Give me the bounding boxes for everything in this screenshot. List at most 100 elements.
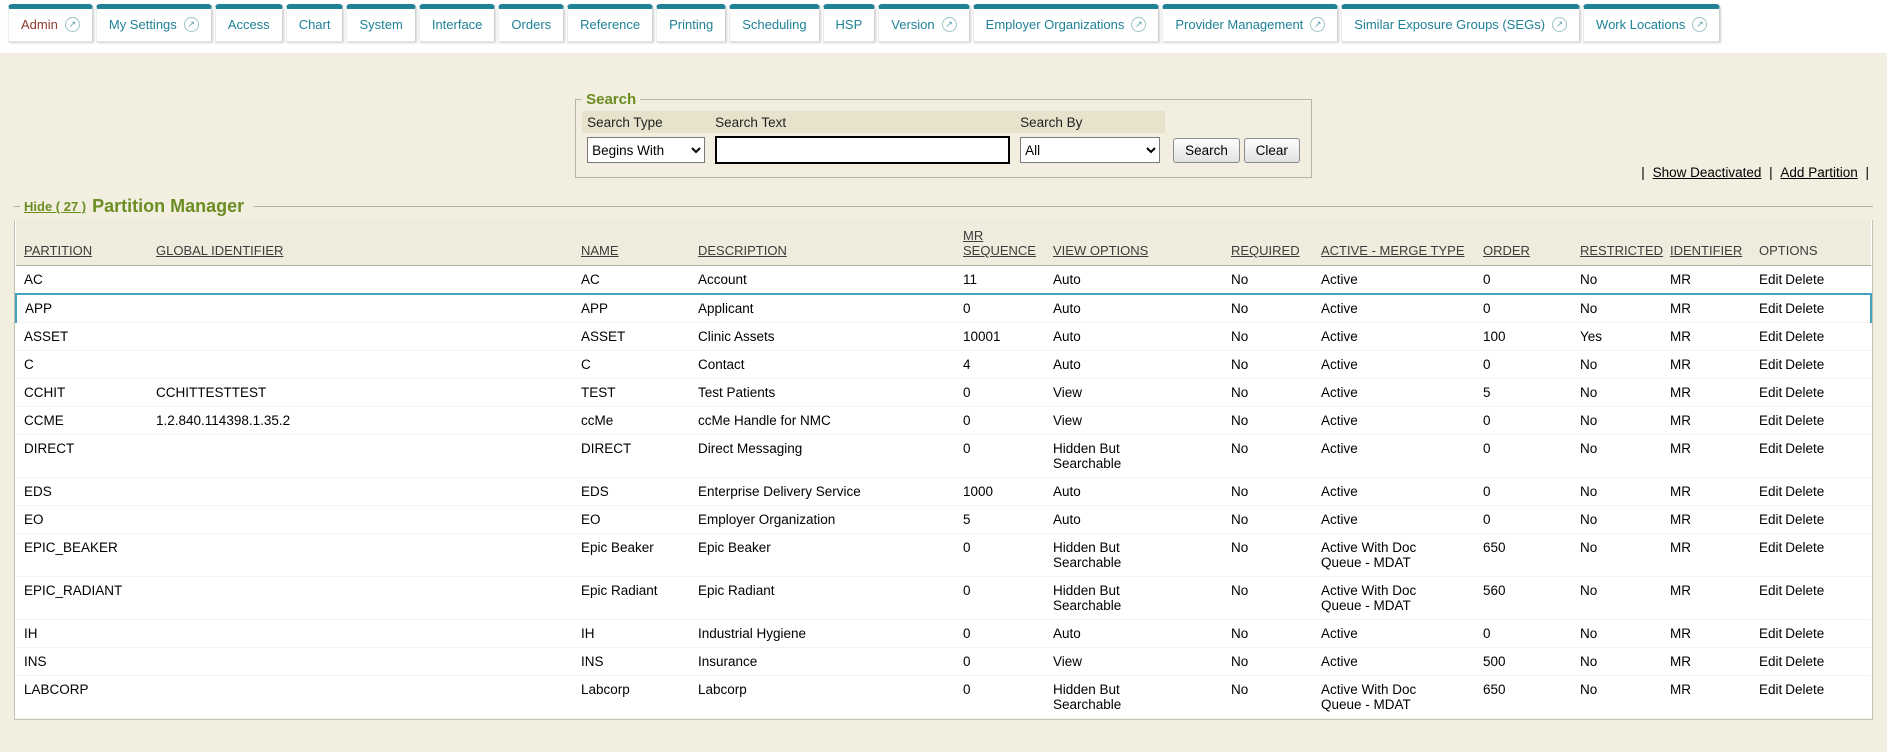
sort-partition[interactable]: PARTITION xyxy=(24,243,92,258)
delete-link[interactable]: Delete xyxy=(1785,329,1824,344)
delete-link[interactable]: Delete xyxy=(1785,272,1824,287)
cell-description: Insurance xyxy=(690,648,955,676)
nav-tab-reference[interactable]: Reference xyxy=(567,4,653,42)
sort-active-merge-type[interactable]: ACTIVE - MERGE TYPE xyxy=(1321,243,1465,258)
edit-link[interactable]: Edit xyxy=(1759,357,1782,372)
col-view-options: VIEW OPTIONS xyxy=(1045,220,1223,266)
sort-view-options[interactable]: VIEW OPTIONS xyxy=(1053,243,1148,258)
nav-tab-printing[interactable]: Printing xyxy=(656,4,726,42)
nav-tab-orders[interactable]: Orders xyxy=(498,4,564,42)
edit-link[interactable]: Edit xyxy=(1759,654,1782,669)
edit-link[interactable]: Edit xyxy=(1759,272,1782,287)
cell-order: 0 xyxy=(1475,294,1572,323)
table-row-asset[interactable]: ASSETASSETClinic Assets10001AutoNoActive… xyxy=(16,323,1871,351)
search-text-label: Search Text xyxy=(710,111,1015,133)
nav-tab-version[interactable]: Version↗ xyxy=(878,4,969,42)
sort-identifier[interactable]: IDENTIFIER xyxy=(1670,243,1742,258)
table-row-eo[interactable]: EOEOEmployer Organization5AutoNoActive0N… xyxy=(16,506,1871,534)
sort-global-identifier[interactable]: GLOBAL IDENTIFIER xyxy=(156,243,283,258)
nav-tab-scheduling[interactable]: Scheduling xyxy=(729,4,819,42)
delete-link[interactable]: Delete xyxy=(1785,413,1824,428)
sort-order[interactable]: ORDER xyxy=(1483,243,1530,258)
cell-view-options: View xyxy=(1045,379,1223,407)
nav-tab-work-locations[interactable]: Work Locations↗ xyxy=(1583,4,1720,42)
nav-tab-interface[interactable]: Interface xyxy=(419,4,496,42)
edit-link[interactable]: Edit xyxy=(1759,413,1782,428)
nav-tab-provider-management[interactable]: Provider Management↗ xyxy=(1162,4,1338,42)
table-row-ins[interactable]: INSINSInsurance0ViewNoActive500NoMREditD… xyxy=(16,648,1871,676)
edit-link[interactable]: Edit xyxy=(1759,301,1782,316)
cell-active-merge-type-text: Active xyxy=(1321,329,1358,344)
table-row-ih[interactable]: IHIHIndustrial Hygiene0AutoNoActive0NoMR… xyxy=(16,620,1871,648)
table-row-direct[interactable]: DIRECTDIRECTDirect Messaging0Hidden But … xyxy=(16,435,1871,478)
table-row-ac[interactable]: ACACAccount11AutoNoActive0NoMREditDelete xyxy=(16,266,1871,295)
add-partition-link[interactable]: Add Partition xyxy=(1780,165,1857,180)
delete-link[interactable]: Delete xyxy=(1785,484,1824,499)
table-row-c[interactable]: CCContact4AutoNoActive0NoMREditDelete xyxy=(16,351,1871,379)
cell-view-options: Auto xyxy=(1045,323,1223,351)
cell-name: Epic Beaker xyxy=(573,534,690,577)
nav-tab-chart[interactable]: Chart xyxy=(286,4,344,42)
edit-link[interactable]: Edit xyxy=(1759,441,1782,456)
popup-icon[interactable]: ↗ xyxy=(1310,17,1325,32)
delete-link[interactable]: Delete xyxy=(1785,512,1824,527)
table-row-labcorp[interactable]: LABCORPLabcorpLabcorp0Hidden But Searcha… xyxy=(16,676,1871,719)
nav-tab-access[interactable]: Access xyxy=(215,4,283,42)
nav-tab-system[interactable]: System xyxy=(346,4,415,42)
table-row-eds[interactable]: EDSEDSEnterprise Delivery Service1000Aut… xyxy=(16,478,1871,506)
table-row-app[interactable]: APPAPPApplicant0AutoNoActive0NoMREditDel… xyxy=(16,294,1871,323)
table-row-cchit[interactable]: CCHITCCHITTESTTESTTESTTest Patients0View… xyxy=(16,379,1871,407)
nav-tab-admin[interactable]: Admin↗ xyxy=(8,4,93,42)
table-row-epic_beaker[interactable]: EPIC_BEAKEREpic BeakerEpic Beaker0Hidden… xyxy=(16,534,1871,577)
edit-link[interactable]: Edit xyxy=(1759,583,1782,598)
search-by-select[interactable]: All xyxy=(1020,137,1160,163)
sort-required[interactable]: REQUIRED xyxy=(1231,243,1300,258)
nav-tab-label: Interface xyxy=(432,17,483,32)
nav-tab-hsp[interactable]: HSP xyxy=(823,4,876,42)
edit-link[interactable]: Edit xyxy=(1759,540,1782,555)
nav-tab-employer-organizations[interactable]: Employer Organizations↗ xyxy=(973,4,1160,42)
clear-button[interactable]: Clear xyxy=(1244,138,1300,163)
cell-partition: CCME xyxy=(16,407,148,435)
search-type-select[interactable]: Begins With xyxy=(587,137,705,163)
table-row-ccme[interactable]: CCME1.2.840.114398.1.35.2ccMeccMe Handle… xyxy=(16,407,1871,435)
edit-link[interactable]: Edit xyxy=(1759,626,1782,641)
show-deactivated-link[interactable]: Show Deactivated xyxy=(1653,165,1762,180)
popup-icon[interactable]: ↗ xyxy=(184,17,199,32)
sort-mr-sequence[interactable]: MR SEQUENCE xyxy=(963,228,1036,258)
popup-icon[interactable]: ↗ xyxy=(1552,17,1567,32)
delete-link[interactable]: Delete xyxy=(1785,385,1824,400)
popup-icon[interactable]: ↗ xyxy=(1692,17,1707,32)
cell-description: Contact xyxy=(690,351,955,379)
delete-link[interactable]: Delete xyxy=(1785,441,1824,456)
table-row-epic_radiant[interactable]: EPIC_RADIANTEpic RadiantEpic Radiant0Hid… xyxy=(16,577,1871,620)
search-text-input[interactable] xyxy=(715,136,1010,164)
cell-identifier: MR xyxy=(1662,351,1751,379)
nav-tab-similar-exposure-groups-segs[interactable]: Similar Exposure Groups (SEGs)↗ xyxy=(1341,4,1580,42)
popup-icon[interactable]: ↗ xyxy=(65,17,80,32)
delete-link[interactable]: Delete xyxy=(1785,626,1824,641)
edit-link[interactable]: Edit xyxy=(1759,682,1782,697)
popup-icon[interactable]: ↗ xyxy=(1131,17,1146,32)
sort-restricted[interactable]: RESTRICTED xyxy=(1580,243,1663,258)
hide-section-link[interactable]: Hide ( 27 ) xyxy=(24,199,86,214)
delete-link[interactable]: Delete xyxy=(1785,540,1824,555)
edit-link[interactable]: Edit xyxy=(1759,484,1782,499)
popup-icon[interactable]: ↗ xyxy=(942,17,957,32)
delete-link[interactable]: Delete xyxy=(1785,654,1824,669)
delete-link[interactable]: Delete xyxy=(1785,301,1824,316)
delete-link[interactable]: Delete xyxy=(1785,357,1824,372)
edit-link[interactable]: Edit xyxy=(1759,329,1782,344)
search-button[interactable]: Search xyxy=(1173,138,1240,163)
sort-description[interactable]: DESCRIPTION xyxy=(698,243,787,258)
edit-link[interactable]: Edit xyxy=(1759,385,1782,400)
sort-name[interactable]: NAME xyxy=(581,243,619,258)
cell-name: IH xyxy=(573,620,690,648)
cell-partition: LABCORP xyxy=(16,676,148,719)
delete-link[interactable]: Delete xyxy=(1785,682,1824,697)
edit-link[interactable]: Edit xyxy=(1759,512,1782,527)
nav-tab-my-settings[interactable]: My Settings↗ xyxy=(96,4,212,42)
delete-link[interactable]: Delete xyxy=(1785,583,1824,598)
cell-active-merge-type: Active xyxy=(1313,478,1475,506)
cell-view-options-text: View xyxy=(1053,385,1082,400)
